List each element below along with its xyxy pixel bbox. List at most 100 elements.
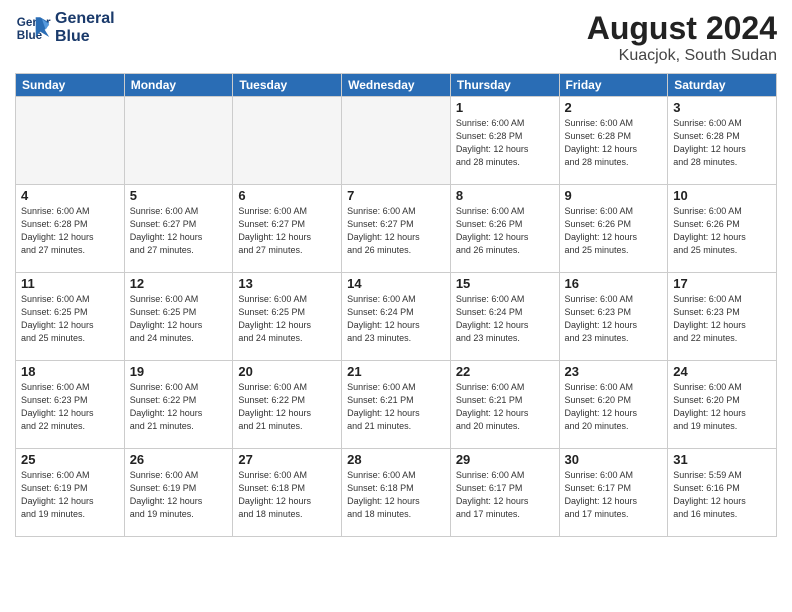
weekday-header-sunday: Sunday (16, 74, 125, 97)
calendar: SundayMondayTuesdayWednesdayThursdayFrid… (15, 73, 777, 537)
day-number: 13 (238, 276, 336, 291)
calendar-week-row: 18 Sunrise: 6:00 AM Sunset: 6:23 PM Dayli… (16, 361, 777, 449)
day-number: 15 (456, 276, 554, 291)
day-number: 8 (456, 188, 554, 203)
day-detail: Sunrise: 6:00 AM Sunset: 6:27 PM Dayligh… (130, 205, 228, 257)
day-number: 17 (673, 276, 771, 291)
day-number: 21 (347, 364, 445, 379)
logo-blue: Blue (55, 28, 115, 46)
day-number: 11 (21, 276, 119, 291)
table-row: 9 Sunrise: 6:00 AM Sunset: 6:26 PM Daylig… (559, 185, 668, 273)
day-detail: Sunrise: 6:00 AM Sunset: 6:24 PM Dayligh… (456, 293, 554, 345)
day-detail: Sunrise: 6:00 AM Sunset: 6:28 PM Dayligh… (456, 117, 554, 169)
day-detail: Sunrise: 6:00 AM Sunset: 6:23 PM Dayligh… (21, 381, 119, 433)
title-block: August 2024 Kuacjok, South Sudan (587, 10, 777, 65)
table-row: 1 Sunrise: 6:00 AM Sunset: 6:28 PM Daylig… (450, 97, 559, 185)
table-row: 6 Sunrise: 6:00 AM Sunset: 6:27 PM Daylig… (233, 185, 342, 273)
day-number: 2 (565, 100, 663, 115)
day-number: 26 (130, 452, 228, 467)
table-row: 20 Sunrise: 6:00 AM Sunset: 6:22 PM Dayli… (233, 361, 342, 449)
day-detail: Sunrise: 6:00 AM Sunset: 6:24 PM Dayligh… (347, 293, 445, 345)
header: General Blue General Blue August 2024 Ku… (15, 10, 777, 65)
day-detail: Sunrise: 6:00 AM Sunset: 6:17 PM Dayligh… (565, 469, 663, 521)
day-number: 10 (673, 188, 771, 203)
logo-general: General (55, 10, 115, 28)
calendar-week-row: 1 Sunrise: 6:00 AM Sunset: 6:28 PM Daylig… (16, 97, 777, 185)
calendar-week-row: 11 Sunrise: 6:00 AM Sunset: 6:25 PM Dayli… (16, 273, 777, 361)
table-row: 10 Sunrise: 6:00 AM Sunset: 6:26 PM Dayli… (668, 185, 777, 273)
table-row: 15 Sunrise: 6:00 AM Sunset: 6:24 PM Dayli… (450, 273, 559, 361)
table-row: 30 Sunrise: 6:00 AM Sunset: 6:17 PM Dayli… (559, 449, 668, 537)
table-row: 23 Sunrise: 6:00 AM Sunset: 6:20 PM Dayli… (559, 361, 668, 449)
day-detail: Sunrise: 6:00 AM Sunset: 6:25 PM Dayligh… (238, 293, 336, 345)
table-row: 14Sunrise: 6:00 AM Sunset: 6:24 PM Dayli… (342, 273, 451, 361)
table-row: 4 Sunrise: 6:00 AM Sunset: 6:28 PM Daylig… (16, 185, 125, 273)
day-number: 9 (565, 188, 663, 203)
day-number: 12 (130, 276, 228, 291)
day-number: 24 (673, 364, 771, 379)
table-row: 16Sunrise: 6:00 AM Sunset: 6:23 PM Dayli… (559, 273, 668, 361)
table-row: 22 Sunrise: 6:00 AM Sunset: 6:21 PM Dayli… (450, 361, 559, 449)
day-detail: Sunrise: 6:00 AM Sunset: 6:20 PM Dayligh… (565, 381, 663, 433)
day-detail: Sunrise: 6:00 AM Sunset: 6:26 PM Dayligh… (565, 205, 663, 257)
weekday-header-friday: Friday (559, 74, 668, 97)
table-row (233, 97, 342, 185)
day-number: 16 (565, 276, 663, 291)
day-number: 18 (21, 364, 119, 379)
table-row: 26Sunrise: 6:00 AM Sunset: 6:19 PM Dayli… (124, 449, 233, 537)
weekday-header-saturday: Saturday (668, 74, 777, 97)
day-number: 27 (238, 452, 336, 467)
day-detail: Sunrise: 6:00 AM Sunset: 6:21 PM Dayligh… (347, 381, 445, 433)
day-detail: Sunrise: 6:00 AM Sunset: 6:26 PM Dayligh… (673, 205, 771, 257)
day-number: 28 (347, 452, 445, 467)
calendar-week-row: 25Sunrise: 6:00 AM Sunset: 6:19 PM Dayli… (16, 449, 777, 537)
day-detail: Sunrise: 6:00 AM Sunset: 6:22 PM Dayligh… (238, 381, 336, 433)
subtitle: Kuacjok, South Sudan (587, 47, 777, 65)
day-detail: Sunrise: 6:00 AM Sunset: 6:25 PM Dayligh… (21, 293, 119, 345)
day-detail: Sunrise: 5:59 AM Sunset: 6:16 PM Dayligh… (673, 469, 771, 521)
weekday-header-thursday: Thursday (450, 74, 559, 97)
calendar-week-row: 4 Sunrise: 6:00 AM Sunset: 6:28 PM Daylig… (16, 185, 777, 273)
day-number: 1 (456, 100, 554, 115)
day-detail: Sunrise: 6:00 AM Sunset: 6:28 PM Dayligh… (673, 117, 771, 169)
table-row: 28 Sunrise: 6:00 AM Sunset: 6:18 PM Dayli… (342, 449, 451, 537)
page: General Blue General Blue August 2024 Ku… (0, 0, 792, 612)
weekday-header-wednesday: Wednesday (342, 74, 451, 97)
day-number: 6 (238, 188, 336, 203)
day-number: 31 (673, 452, 771, 467)
day-number: 7 (347, 188, 445, 203)
table-row: 17 Sunrise: 6:00 AM Sunset: 6:23 PM Dayli… (668, 273, 777, 361)
table-row (342, 97, 451, 185)
day-detail: Sunrise: 6:00 AM Sunset: 6:28 PM Dayligh… (565, 117, 663, 169)
weekday-header-monday: Monday (124, 74, 233, 97)
table-row (124, 97, 233, 185)
day-detail: Sunrise: 6:00 AM Sunset: 6:28 PM Dayligh… (21, 205, 119, 257)
day-number: 23 (565, 364, 663, 379)
day-detail: Sunrise: 6:00 AM Sunset: 6:18 PM Dayligh… (347, 469, 445, 521)
day-detail: Sunrise: 6:00 AM Sunset: 6:17 PM Dayligh… (456, 469, 554, 521)
table-row: 11 Sunrise: 6:00 AM Sunset: 6:25 PM Dayli… (16, 273, 125, 361)
day-number: 22 (456, 364, 554, 379)
table-row: 2 Sunrise: 6:00 AM Sunset: 6:28 PM Daylig… (559, 97, 668, 185)
day-number: 20 (238, 364, 336, 379)
weekday-header-tuesday: Tuesday (233, 74, 342, 97)
table-row (16, 97, 125, 185)
table-row: 19Sunrise: 6:00 AM Sunset: 6:22 PM Dayli… (124, 361, 233, 449)
day-detail: Sunrise: 6:00 AM Sunset: 6:22 PM Dayligh… (130, 381, 228, 433)
day-detail: Sunrise: 6:00 AM Sunset: 6:18 PM Dayligh… (238, 469, 336, 521)
day-detail: Sunrise: 6:00 AM Sunset: 6:27 PM Dayligh… (238, 205, 336, 257)
table-row: 25Sunrise: 6:00 AM Sunset: 6:19 PM Dayli… (16, 449, 125, 537)
day-number: 30 (565, 452, 663, 467)
table-row: 18 Sunrise: 6:00 AM Sunset: 6:23 PM Dayli… (16, 361, 125, 449)
day-number: 25 (21, 452, 119, 467)
day-detail: Sunrise: 6:00 AM Sunset: 6:27 PM Dayligh… (347, 205, 445, 257)
day-detail: Sunrise: 6:00 AM Sunset: 6:23 PM Dayligh… (673, 293, 771, 345)
table-row: 12 Sunrise: 6:00 AM Sunset: 6:25 PM Dayli… (124, 273, 233, 361)
main-title: August 2024 (587, 10, 777, 47)
logo: General Blue General Blue (15, 10, 115, 46)
day-detail: Sunrise: 6:00 AM Sunset: 6:26 PM Dayligh… (456, 205, 554, 257)
day-number: 29 (456, 452, 554, 467)
day-detail: Sunrise: 6:00 AM Sunset: 6:21 PM Dayligh… (456, 381, 554, 433)
day-number: 4 (21, 188, 119, 203)
day-detail: Sunrise: 6:00 AM Sunset: 6:25 PM Dayligh… (130, 293, 228, 345)
